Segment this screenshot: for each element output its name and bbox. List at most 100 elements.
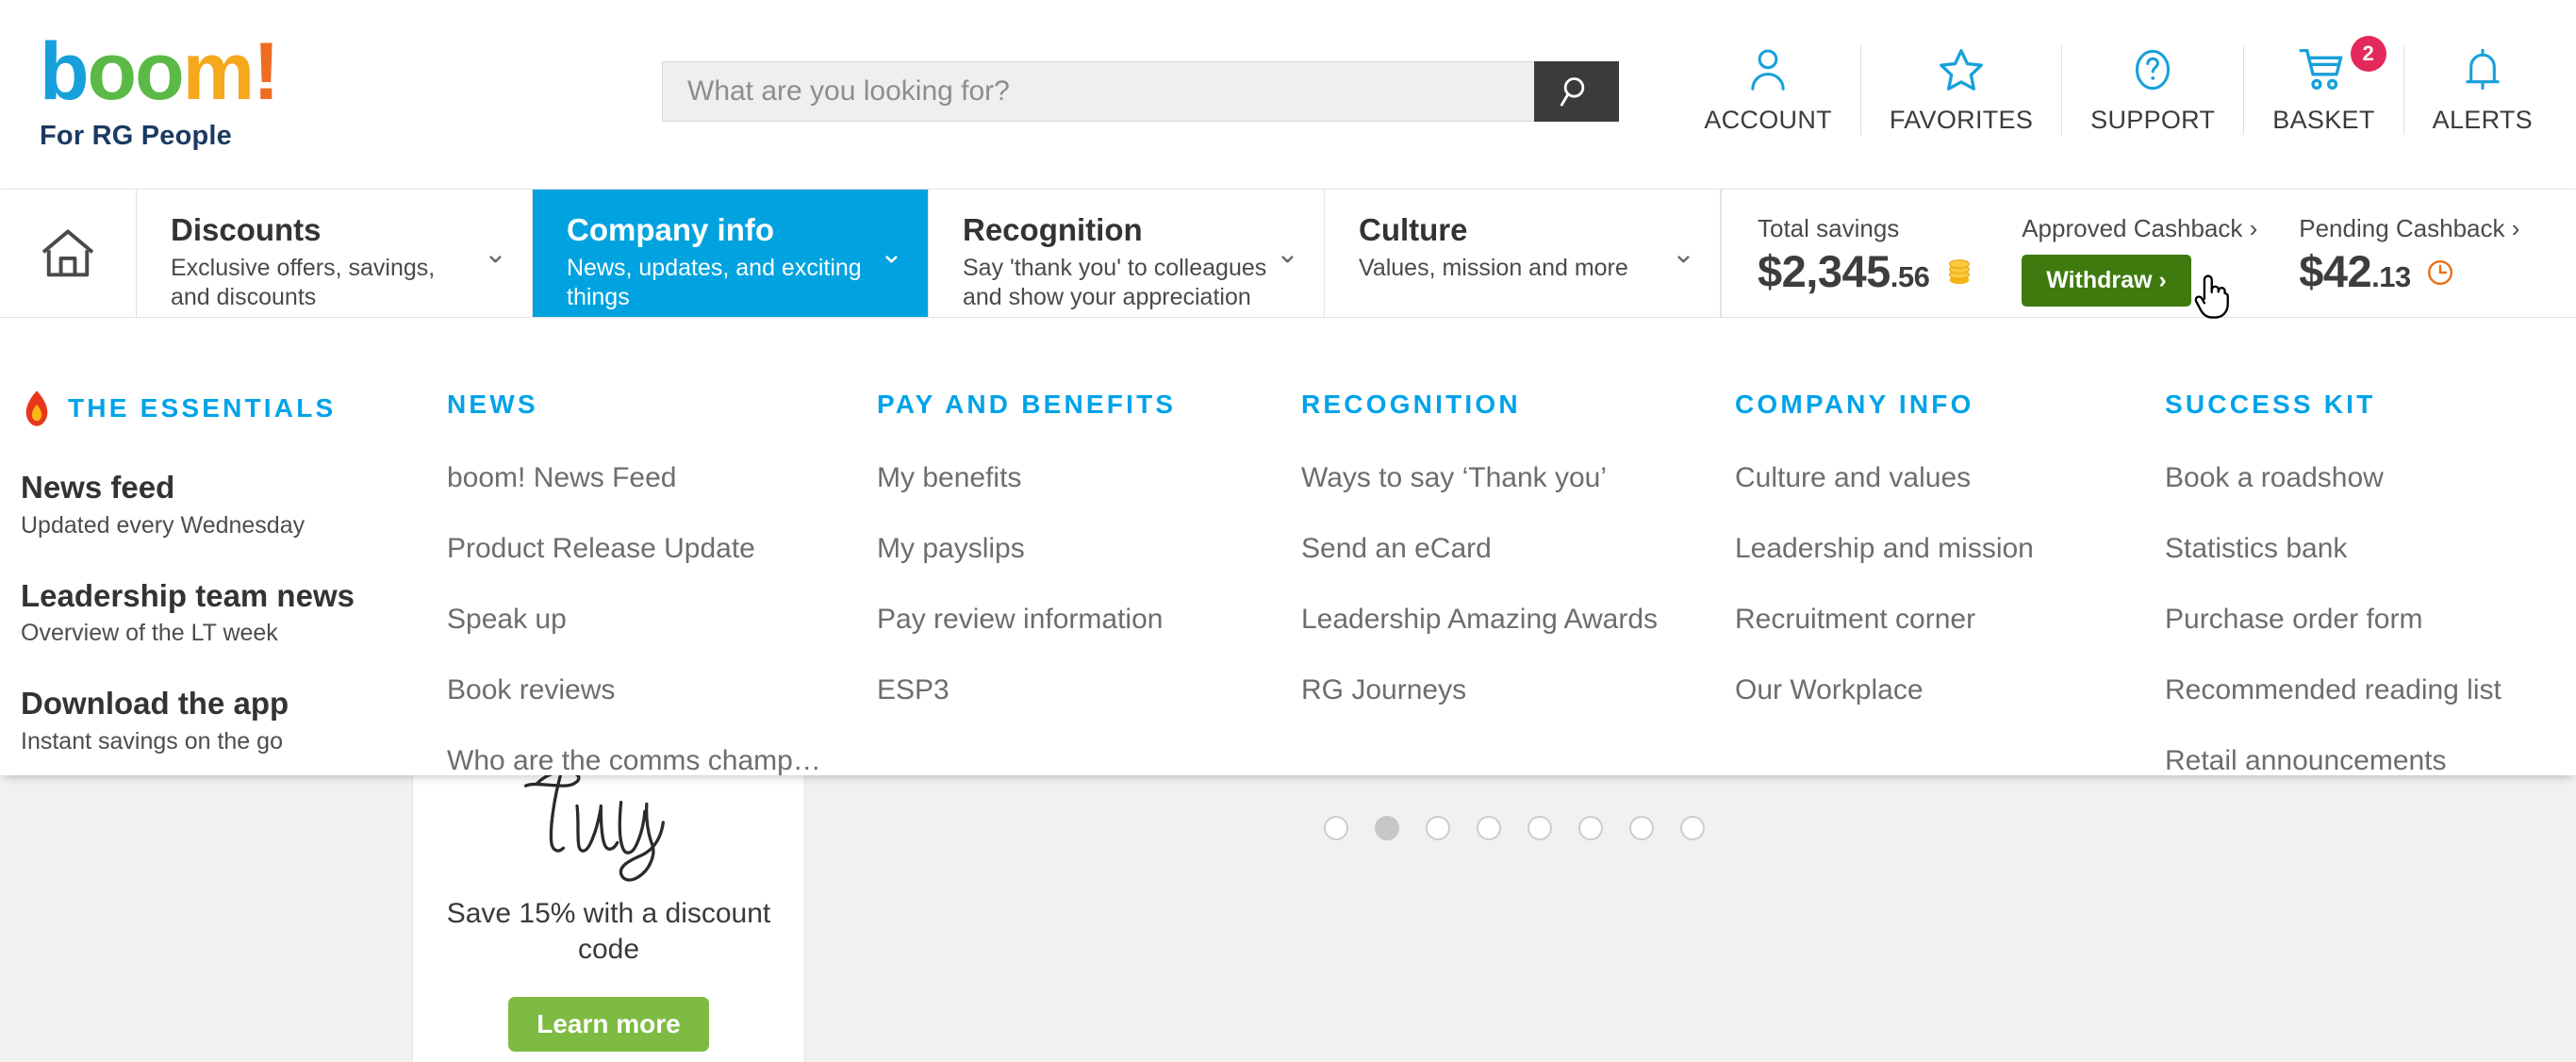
megamenu-column-news: NEWS boom! News Feed Product Release Upd… bbox=[447, 363, 877, 778]
chevron-down-icon: ⌄ bbox=[1275, 238, 1299, 269]
carousel-dot[interactable] bbox=[1324, 816, 1348, 840]
nav-item-desc: Exclusive offers, savings, and discounts bbox=[171, 254, 436, 310]
withdraw-button[interactable]: Withdraw › bbox=[2022, 255, 2191, 307]
megamenu-link[interactable]: Product Release Update bbox=[447, 532, 877, 566]
main-navigation: Discounts Exclusive offers, savings, and… bbox=[0, 189, 2576, 318]
search-icon bbox=[1560, 77, 1585, 107]
featured-offer-card[interactable]: Save 15% with a discount code Learn more bbox=[412, 775, 805, 1062]
megamenu-link[interactable]: Leadership and mission bbox=[1735, 532, 2165, 566]
megamenu-link[interactable]: Pay review information bbox=[877, 603, 1301, 637]
megamenu-column-heading: RECOGNITION bbox=[1301, 390, 1735, 420]
nav-item-culture[interactable]: Culture Values, mission and more ⌄ bbox=[1325, 190, 1721, 317]
carousel-pagination bbox=[1324, 816, 1705, 840]
total-savings-amount: $2,345.56 bbox=[1758, 245, 1974, 297]
star-icon bbox=[1938, 45, 1985, 94]
header-item-favorites[interactable]: FAVORITES bbox=[1859, 45, 2061, 135]
brand-logo[interactable]: boom! For RG People bbox=[40, 31, 341, 152]
pending-dollars: $42 bbox=[2299, 246, 2372, 296]
megamenu-link[interactable]: Culture and values bbox=[1735, 461, 2165, 495]
pending-cashback-amount: $42.13 bbox=[2299, 245, 2519, 297]
header-item-alerts[interactable]: ALERTS bbox=[2403, 45, 2561, 135]
search-group bbox=[662, 61, 1619, 122]
approved-cashback-link[interactable]: Approved Cashback › bbox=[2022, 214, 2257, 243]
search-input[interactable] bbox=[662, 61, 1534, 122]
megamenu-column-company-info: COMPANY INFO Culture and values Leadersh… bbox=[1735, 363, 2165, 775]
learn-more-button[interactable]: Learn more bbox=[508, 996, 709, 1052]
carousel-dot[interactable] bbox=[1629, 816, 1654, 840]
flame-icon bbox=[25, 390, 48, 426]
megamenu-link[interactable]: boom! News Feed bbox=[447, 461, 877, 495]
megamenu-heading-text: SUCCESS KIT bbox=[2165, 390, 2376, 419]
question-circle-icon bbox=[2130, 45, 2175, 94]
carousel-dot[interactable] bbox=[1375, 816, 1399, 840]
essentials-item-news-feed[interactable]: News feed Updated every Wednesday bbox=[21, 469, 447, 539]
bell-icon bbox=[2462, 45, 2503, 94]
nav-item-title: Recognition bbox=[963, 212, 1143, 247]
nav-item-discounts[interactable]: Discounts Exclusive offers, savings, and… bbox=[137, 190, 533, 317]
carousel-dot[interactable] bbox=[1680, 816, 1705, 840]
megamenu-link[interactable]: Statistics bank bbox=[2165, 532, 2576, 566]
megamenu-link[interactable]: Recommended reading list bbox=[2165, 673, 2576, 707]
search-button[interactable] bbox=[1534, 61, 1619, 122]
coins-icon bbox=[1937, 259, 1974, 293]
total-savings-label: Total savings bbox=[1758, 214, 1900, 242]
megamenu-heading-text: NEWS bbox=[447, 390, 538, 419]
megamenu-link[interactable]: My benefits bbox=[877, 461, 1301, 495]
megamenu-link[interactable]: Leadership Amazing Awards bbox=[1301, 603, 1735, 637]
pending-cashback-block: Pending Cashback › $42.13 bbox=[2299, 214, 2561, 297]
pending-cents: .13 bbox=[2371, 260, 2411, 293]
logo-letter-exclaim: ! bbox=[253, 26, 280, 117]
logo-letter-o2: o bbox=[135, 26, 185, 117]
essentials-item-title: News feed bbox=[21, 470, 175, 505]
essentials-item-leadership-team-news[interactable]: Leadership team news Overview of the LT … bbox=[21, 577, 447, 648]
carousel-dot[interactable] bbox=[1578, 816, 1603, 840]
featured-offer-copy: Save 15% with a discount code bbox=[446, 898, 771, 966]
megamenu-link[interactable]: Send an eCard bbox=[1301, 532, 1735, 566]
megamenu-link[interactable]: Ways to say ‘Thank you’ bbox=[1301, 461, 1735, 495]
pending-cashback-link[interactable]: Pending Cashback › bbox=[2299, 214, 2519, 243]
carousel-dot[interactable] bbox=[1426, 816, 1450, 840]
megamenu-link[interactable]: Recruitment corner bbox=[1735, 603, 2165, 637]
header-item-support[interactable]: SUPPORT bbox=[2061, 45, 2243, 135]
header-icon-bar: ACCOUNT FAVORITES SUPPORT 2 BASKET ALERT… bbox=[1676, 36, 2561, 135]
savings-panel: Total savings $2,345.56 Approved Cashbac… bbox=[1721, 190, 2561, 317]
megamenu-link[interactable]: Our Workplace bbox=[1735, 673, 2165, 707]
megamenu-column-pay-and-benefits: PAY AND BENEFITS My benefits My payslips… bbox=[877, 363, 1301, 775]
essentials-item-download-the-app[interactable]: Download the app Instant savings on the … bbox=[21, 685, 447, 755]
megamenu-heading-text: PAY AND BENEFITS bbox=[877, 390, 1177, 419]
total-savings-dollars: $2,345 bbox=[1758, 246, 1891, 297]
header-item-label: BASKET bbox=[2272, 106, 2375, 134]
nav-item-desc: Say 'thank you' to colleagues and show y… bbox=[963, 254, 1267, 310]
megamenu-link[interactable]: Who are the comms champ… bbox=[447, 744, 877, 778]
nav-home-button[interactable] bbox=[0, 190, 137, 317]
megamenu-link[interactable]: RG Journeys bbox=[1301, 673, 1735, 707]
nav-item-title: Culture bbox=[1359, 212, 1468, 247]
megamenu-link[interactable]: ESP3 bbox=[877, 673, 1301, 707]
megamenu-column-heading: PAY AND BENEFITS bbox=[877, 390, 1301, 420]
megamenu-link[interactable]: Retail announcements bbox=[2165, 744, 2576, 778]
megamenu-link[interactable]: Book a roadshow bbox=[2165, 461, 2576, 495]
megamenu-column-heading: COMPANY INFO bbox=[1735, 390, 2165, 420]
header-item-label: FAVORITES bbox=[1889, 106, 2034, 134]
clock-icon bbox=[2419, 259, 2454, 293]
header-item-label: ALERTS bbox=[2432, 106, 2533, 134]
header-item-basket[interactable]: 2 BASKET bbox=[2243, 36, 2403, 135]
carousel-dot[interactable] bbox=[1527, 816, 1552, 840]
nav-item-recognition[interactable]: Recognition Say 'thank you' to colleague… bbox=[929, 190, 1325, 317]
nav-item-desc: Values, mission and more bbox=[1359, 254, 1628, 281]
logo-letter-m: m bbox=[182, 26, 255, 117]
logo-letter-b: b bbox=[40, 26, 90, 117]
megamenu-link[interactable]: Purchase order form bbox=[2165, 603, 2576, 637]
header-item-account[interactable]: ACCOUNT bbox=[1676, 45, 1860, 135]
person-icon bbox=[1745, 45, 1791, 94]
nav-item-company-info[interactable]: Company info News, updates, and exciting… bbox=[533, 190, 929, 317]
cart-icon bbox=[2298, 45, 2349, 94]
megamenu-column-heading: THE ESSENTIALS bbox=[21, 390, 447, 427]
carousel-dot[interactable] bbox=[1477, 816, 1501, 840]
megamenu-link[interactable]: Book reviews bbox=[447, 673, 877, 707]
essentials-item-sub: Updated every Wednesday bbox=[21, 511, 305, 539]
megamenu-link[interactable]: My payslips bbox=[877, 532, 1301, 566]
megamenu-link[interactable]: Speak up bbox=[447, 603, 877, 637]
megamenu-column-success-kit: SUCCESS KIT Book a roadshow Statistics b… bbox=[2165, 363, 2576, 778]
essentials-item-sub: Instant savings on the go bbox=[21, 727, 283, 755]
